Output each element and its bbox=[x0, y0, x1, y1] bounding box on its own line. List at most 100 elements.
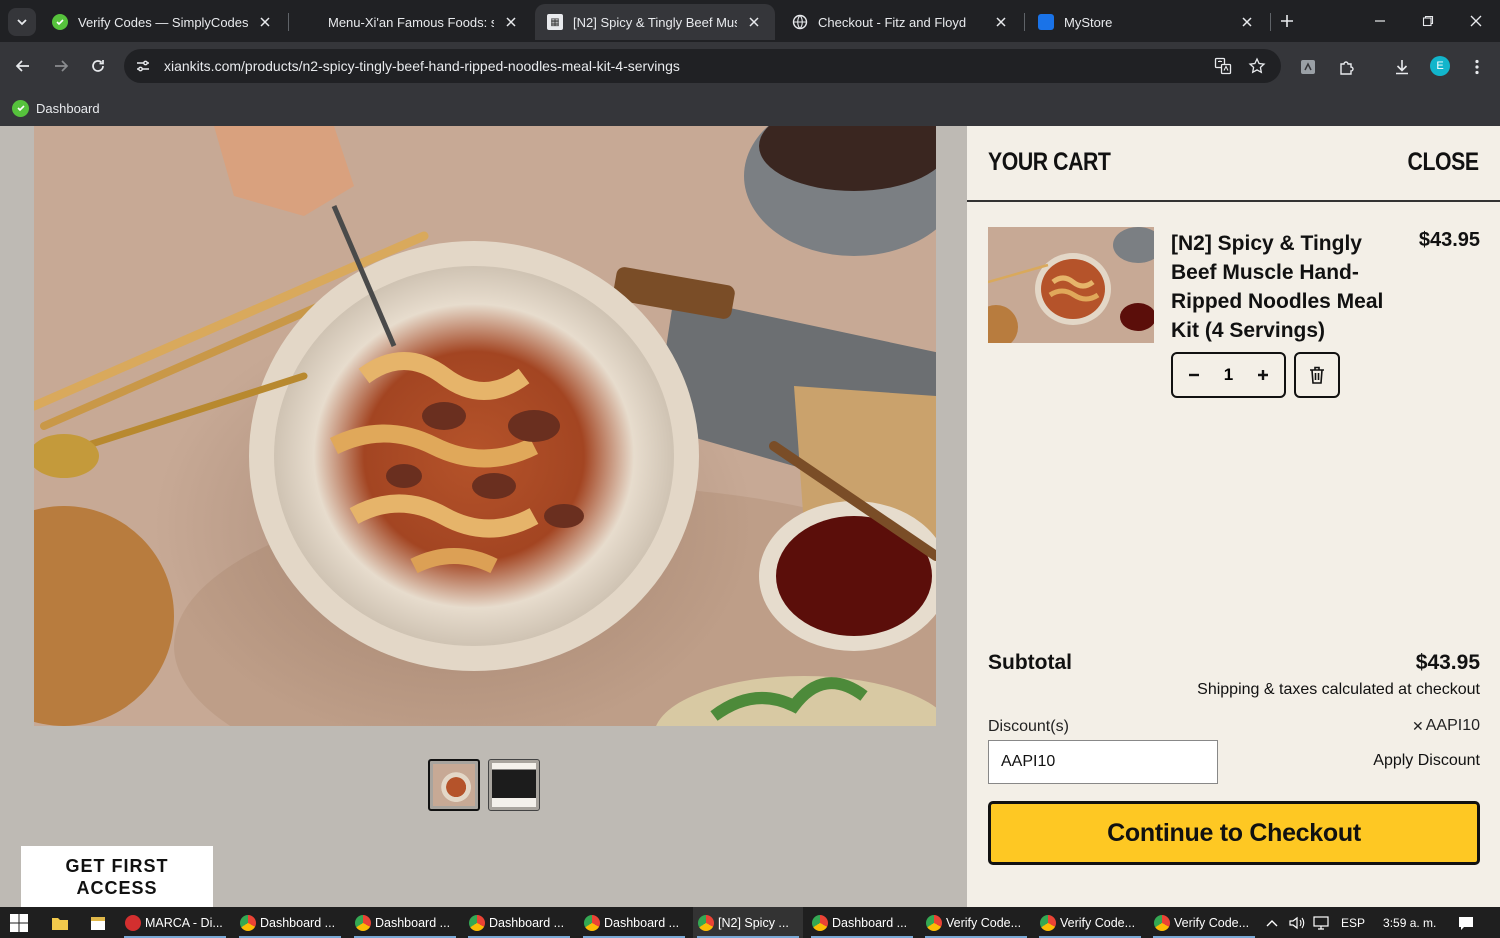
chrome-icon bbox=[812, 914, 828, 931]
taskbar-item-label: Verify Code... bbox=[1174, 915, 1250, 930]
bookmarks-bar: Dashboard bbox=[0, 90, 1500, 126]
address-bar[interactable]: xiankits.com/products/n2-spicy-tingly-be… bbox=[124, 49, 1281, 83]
reload-button[interactable] bbox=[86, 54, 110, 78]
taskbar-item[interactable]: Verify Code... bbox=[921, 907, 1031, 938]
taskbar-item[interactable]: Dashboard ... bbox=[350, 907, 460, 938]
language-indicator[interactable]: ESP bbox=[1341, 916, 1365, 930]
taskbar-item[interactable]: Dashboard ... bbox=[464, 907, 574, 938]
taskbar-item-active[interactable]: [N2] Spicy ... bbox=[693, 907, 803, 938]
extension-icon[interactable] bbox=[1297, 56, 1319, 78]
remove-item-button[interactable] bbox=[1294, 352, 1340, 398]
chevron-down-icon bbox=[17, 19, 27, 26]
get-first-access-button[interactable]: GET FIRST ACCESS bbox=[21, 846, 213, 907]
close-tab-icon[interactable] bbox=[256, 13, 274, 31]
chrome-icon bbox=[469, 914, 485, 931]
taskbar-item-label: Dashboard ... bbox=[604, 915, 680, 930]
tab-separator bbox=[1270, 13, 1271, 31]
extensions-puzzle-icon[interactable] bbox=[1336, 56, 1358, 78]
taskbar-item[interactable]: MARCA - Di... bbox=[120, 907, 230, 938]
taskbar-item[interactable]: Verify Code... bbox=[1035, 907, 1145, 938]
close-tab-icon[interactable] bbox=[745, 13, 763, 31]
applied-discount-code: AAPI10 bbox=[1425, 717, 1480, 734]
chevron-up-icon[interactable] bbox=[1265, 918, 1279, 928]
simplycodes-icon bbox=[52, 14, 68, 30]
minimize-button[interactable] bbox=[1367, 8, 1393, 34]
windows-taskbar: MARCA - Di... Dashboard ... Dashboard ..… bbox=[0, 907, 1500, 938]
continue-to-checkout-button[interactable]: Continue to Checkout bbox=[988, 801, 1480, 865]
tab-xian-menu[interactable]: Menu-Xi'an Famous Foods: spe bbox=[290, 4, 532, 40]
bookmark-star-icon[interactable] bbox=[1247, 57, 1267, 75]
taskbar-item-label: [N2] Spicy ... bbox=[718, 915, 789, 930]
tab-strip: Verify Codes — SimplyCodes Menu-Xi'an Fa… bbox=[0, 0, 1500, 42]
kebab-menu-icon[interactable] bbox=[1466, 56, 1488, 78]
tab-title: MyStore bbox=[1064, 14, 1113, 30]
minus-icon bbox=[1188, 373, 1199, 377]
arrow-left-icon bbox=[15, 60, 29, 72]
increase-quantity-button[interactable] bbox=[1251, 363, 1275, 387]
taskbar-item-label: MARCA - Di... bbox=[145, 915, 223, 930]
cart-item-image bbox=[988, 227, 1154, 343]
shipping-note: Shipping & taxes calculated at checkout bbox=[1197, 681, 1480, 698]
discount-code-input[interactable] bbox=[988, 740, 1218, 784]
close-tab-icon[interactable] bbox=[992, 13, 1010, 31]
window-close-button[interactable] bbox=[1463, 8, 1489, 34]
close-tab-icon[interactable] bbox=[1238, 13, 1256, 31]
trash-icon bbox=[1310, 366, 1324, 384]
taskbar-item-label: Dashboard ... bbox=[832, 915, 908, 930]
forward-button[interactable] bbox=[49, 54, 73, 78]
xian-icon: ▦ bbox=[547, 14, 563, 30]
translate-icon[interactable] bbox=[1213, 57, 1233, 75]
taskbar-item-label: Dashboard ... bbox=[375, 915, 451, 930]
page-viewport: GET FIRST ACCESS YOUR CART CLOSE [N2] Sp… bbox=[0, 126, 1500, 907]
plus-icon bbox=[1258, 370, 1269, 380]
chrome-icon bbox=[584, 914, 600, 931]
cart-item-price: $43.95 bbox=[1418, 229, 1480, 251]
tab-mystore[interactable]: MyStore bbox=[1026, 4, 1268, 40]
gallery-thumbnail[interactable] bbox=[488, 759, 540, 811]
profile-avatar[interactable]: E bbox=[1430, 56, 1450, 76]
remove-discount-icon[interactable]: ✕ bbox=[1412, 718, 1424, 735]
notifications-icon[interactable] bbox=[1458, 915, 1474, 931]
tab-search-button[interactable] bbox=[8, 8, 36, 36]
simplycodes-icon bbox=[12, 99, 29, 117]
decrease-quantity-button[interactable] bbox=[1182, 363, 1206, 387]
new-tab-button[interactable] bbox=[1276, 10, 1298, 32]
cart-title: YOUR CART bbox=[988, 148, 1111, 176]
tab-title: Checkout - Fitz and Floyd bbox=[818, 14, 967, 30]
windows-start-icon[interactable] bbox=[10, 914, 28, 932]
blank-favicon-icon bbox=[302, 14, 318, 30]
chrome-icon bbox=[926, 914, 942, 931]
taskbar-item[interactable]: Dashboard ... bbox=[807, 907, 917, 938]
tab-title: [N2] Spicy & Tingly Beef Muscl bbox=[573, 14, 737, 30]
tab-simplycodes[interactable]: Verify Codes — SimplyCodes bbox=[40, 4, 286, 40]
cart-item-name[interactable]: [N2] Spicy & Tingly Beef Muscle Hand-Rip… bbox=[1171, 229, 1391, 345]
applied-discount: ✕ AAPI10 bbox=[1412, 717, 1480, 735]
close-tab-icon[interactable] bbox=[502, 13, 520, 31]
opera-icon bbox=[125, 914, 141, 931]
back-button[interactable] bbox=[11, 54, 35, 78]
restore-icon bbox=[1422, 15, 1434, 27]
tab-fitz-floyd[interactable]: Checkout - Fitz and Floyd bbox=[780, 4, 1022, 40]
volume-icon[interactable] bbox=[1289, 916, 1305, 930]
system-tray: ESP 3:59 a. m. bbox=[1265, 907, 1474, 938]
subtotal-value: $43.95 bbox=[1415, 651, 1480, 674]
site-settings-icon[interactable] bbox=[134, 57, 152, 75]
network-icon[interactable] bbox=[1313, 915, 1329, 930]
gallery-thumbnail[interactable] bbox=[428, 759, 480, 811]
divider bbox=[967, 200, 1500, 202]
calendar-app-icon[interactable] bbox=[88, 913, 108, 933]
clock[interactable]: 3:59 a. m. bbox=[1383, 916, 1436, 930]
tab-separator bbox=[1024, 13, 1025, 31]
close-icon bbox=[1470, 15, 1482, 27]
taskbar-item[interactable]: Verify Code... bbox=[1149, 907, 1259, 938]
bookmark-dashboard[interactable]: Dashboard bbox=[12, 96, 100, 120]
close-cart-button[interactable]: CLOSE bbox=[1408, 148, 1480, 177]
download-icon[interactable] bbox=[1391, 56, 1413, 78]
subtotal-label: Subtotal bbox=[988, 651, 1072, 674]
file-explorer-icon[interactable] bbox=[50, 913, 70, 933]
tab-n2-noodles[interactable]: ▦ [N2] Spicy & Tingly Beef Muscl bbox=[535, 4, 775, 40]
restore-button[interactable] bbox=[1415, 8, 1441, 34]
taskbar-item[interactable]: Dashboard ... bbox=[579, 907, 689, 938]
taskbar-item[interactable]: Dashboard ... bbox=[235, 907, 345, 938]
apply-discount-button[interactable]: Apply Discount bbox=[1373, 752, 1480, 770]
